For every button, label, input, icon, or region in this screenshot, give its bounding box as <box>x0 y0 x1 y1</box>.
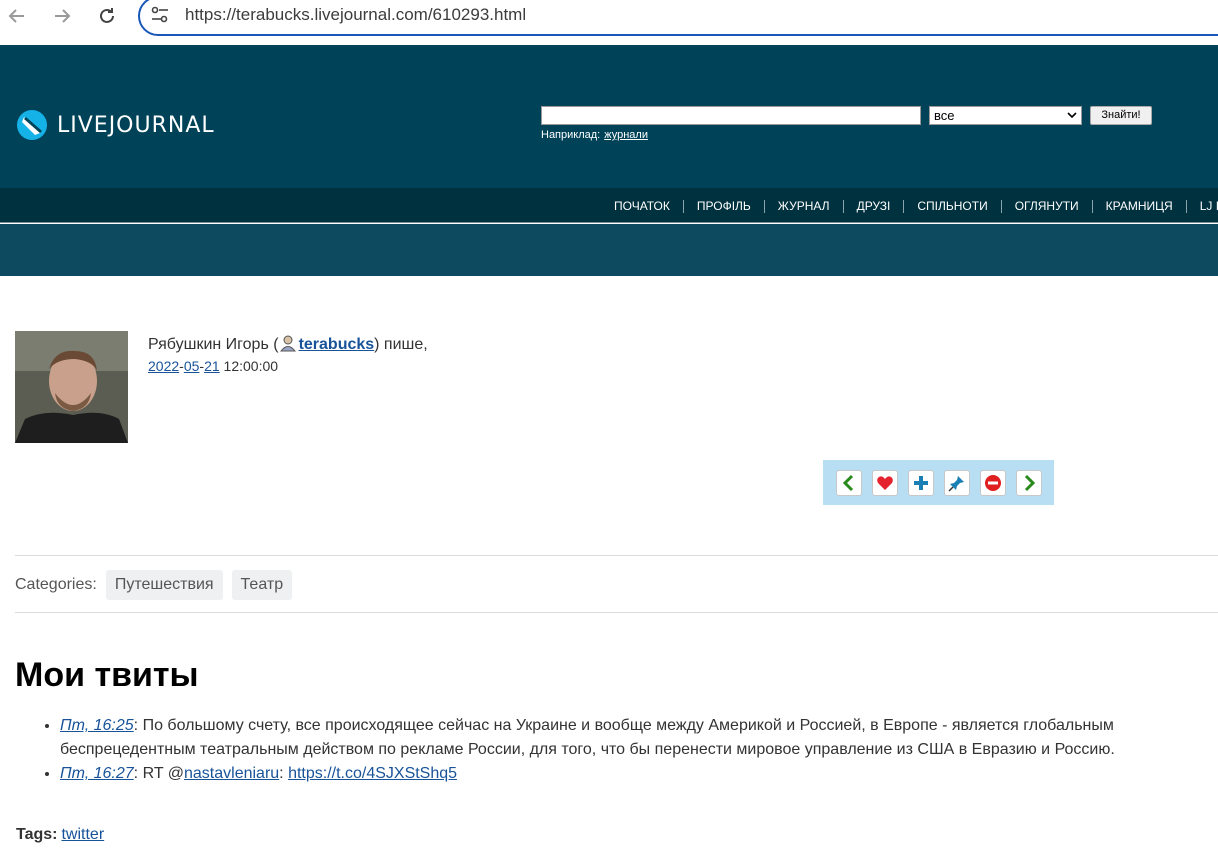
nav-item-lj-more[interactable]: LJ I <box>1185 200 1218 213</box>
add-memory-button[interactable] <box>872 469 898 496</box>
reload-icon <box>100 8 114 23</box>
no-entry-icon <box>985 474 1001 491</box>
browser-toolbar: https://terabucks.livejournal.com/610293… <box>0 0 1218 45</box>
category-chip[interactable]: Путешествия <box>105 570 223 600</box>
category-chip[interactable]: Театр <box>231 570 293 600</box>
tweet-separator: : <box>279 765 289 782</box>
search-example: Наприклад: журнали <box>541 129 648 141</box>
tag-link[interactable]: twitter <box>61 826 104 843</box>
url-text[interactable]: https://terabucks.livejournal.com/610293… <box>185 5 526 25</box>
heart-icon <box>877 475 893 490</box>
tweet-time-link[interactable]: Пт, 16:27 <box>60 765 134 782</box>
nav-item-shop[interactable]: КРАМНИЦЯ <box>1091 200 1186 213</box>
nav-item-home[interactable]: ПОЧАТОК <box>601 200 683 213</box>
date-year-link[interactable]: 2022 <box>148 358 179 374</box>
list-item: Пт, 16:27: RT @nastavleniaru: https://t.… <box>60 762 1210 786</box>
tweet-time-link[interactable]: Пт, 16:25 <box>60 717 134 734</box>
username-link[interactable]: terabucks <box>299 336 375 353</box>
avatar[interactable] <box>15 331 128 443</box>
nav-item-explore[interactable]: ОГЛЯНУТИ <box>1000 200 1092 213</box>
forward-button[interactable] <box>49 3 75 29</box>
categories: Categories: Путешествия Театр <box>15 570 293 600</box>
livejournal-logo[interactable]: LIVEJOURNAL <box>15 108 215 142</box>
nav-item-communities[interactable]: СПІЛЬНОТИ <box>903 200 1000 213</box>
nav-item-friends[interactable]: ДРУЗІ <box>842 200 904 213</box>
track-button[interactable] <box>944 469 970 496</box>
tweet-list: Пт, 16:25: По большому счету, все происх… <box>15 714 1210 786</box>
arrow-right-icon <box>55 9 71 23</box>
pin-icon <box>948 475 964 492</box>
main-nav: ПОЧАТОК ПРОФІЛЬ ЖУРНАЛ ДРУЗІ СПІЛЬНОТИ О… <box>0 188 1218 223</box>
chevron-down-icon <box>1067 112 1077 119</box>
reload-button[interactable] <box>94 3 120 29</box>
search-button[interactable]: Знайти! <box>1090 106 1152 125</box>
livejournal-logo-icon <box>17 110 47 140</box>
header-band <box>0 224 1218 276</box>
tweet-prefix: : RT @ <box>133 765 184 782</box>
divider <box>15 612 1218 613</box>
search-scope-select[interactable]: все <box>929 106 1082 125</box>
arrow-left-icon <box>842 474 854 491</box>
entry-actions <box>823 460 1054 505</box>
tweet-url-link[interactable]: https://t.co/4SJXStShq5 <box>288 765 457 782</box>
date-month-link[interactable]: 05 <box>184 358 200 374</box>
plus-icon <box>914 475 928 490</box>
search-input[interactable] <box>541 106 921 125</box>
back-button[interactable] <box>4 3 30 29</box>
add-friend-button[interactable] <box>908 469 934 496</box>
flag-button[interactable] <box>980 469 1006 496</box>
categories-label: Categories: <box>15 576 97 593</box>
search-scope-value: все <box>934 108 955 123</box>
post-author: Рябушкин Игорь ( terabucks) пише, <box>148 334 428 354</box>
example-label: Наприклад: <box>541 129 601 141</box>
nav-item-journal[interactable]: ЖУРНАЛ <box>763 200 843 213</box>
author-name: Рябушкин Игорь ( <box>148 336 279 353</box>
entry-tags: Tags: twitter <box>16 826 104 844</box>
arrow-right-icon <box>1024 474 1036 491</box>
divider <box>15 555 1218 556</box>
date-day-link[interactable]: 21 <box>204 358 220 374</box>
tweet-text: : По большому счету, все происходящее се… <box>60 717 1115 758</box>
list-item: Пт, 16:25: По большому счету, все происх… <box>60 714 1210 762</box>
arrow-left-icon <box>8 9 24 23</box>
post-date: 2022-05-21 12:00:00 <box>148 358 279 374</box>
post-time: 12:00:00 <box>223 358 279 374</box>
entry-title: Мои твиты <box>15 656 199 694</box>
site-settings-icon[interactable] <box>150 5 170 25</box>
logo-text: LIVEJOURNAL <box>57 112 215 138</box>
lj-header: LIVEJOURNAL все Знайти! Наприклад: журнал… <box>0 45 1218 188</box>
mention-link[interactable]: nastavleniaru <box>184 765 279 782</box>
prev-entry-button[interactable] <box>836 469 862 496</box>
next-entry-button[interactable] <box>1016 469 1042 496</box>
writes-text: ) пише, <box>374 336 428 353</box>
tags-label: Tags: <box>16 826 58 843</box>
example-link[interactable]: журнали <box>604 129 648 141</box>
user-icon[interactable] <box>279 334 297 352</box>
nav-item-profile[interactable]: ПРОФІЛЬ <box>682 200 764 213</box>
userpic-photo <box>15 331 128 443</box>
